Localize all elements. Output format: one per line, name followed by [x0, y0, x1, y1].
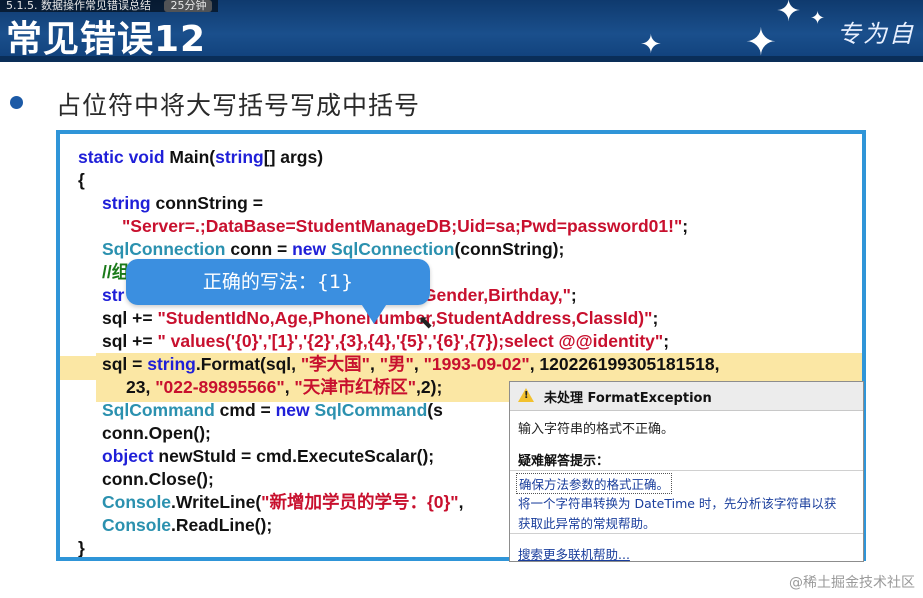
code-line: "Server=.;DataBase=StudentManageDB;Uid=s… — [122, 215, 688, 237]
code-token: object — [102, 446, 154, 466]
code-token: .Format(sql, — [195, 354, 301, 374]
code-token: { — [78, 170, 85, 190]
code-token: ; — [652, 308, 659, 328]
star-icon: ✦ — [776, 0, 802, 29]
code-token: SqlCommand — [102, 400, 215, 420]
code-line: 23, "022-89895566", "天津市红桥区",2); — [126, 376, 442, 398]
troubleshooting-tips-list: 确保方法参数的格式正确。 将一个字符串转换为 DateTime 时，先分析该字符… — [510, 470, 863, 534]
tip-link[interactable]: 获取此异常的常规帮助。 — [518, 513, 656, 532]
code-token: Console — [102, 515, 172, 535]
code-token: SqlCommand — [314, 400, 428, 420]
code-token: connString = — [150, 193, 263, 213]
code-token: new — [292, 239, 331, 259]
code-token: [] args) — [263, 147, 324, 167]
code-token: , — [413, 354, 424, 374]
code-token: conn.Open(); — [102, 423, 211, 443]
code-token: , — [458, 492, 464, 512]
code-token: "李大国" — [300, 354, 370, 374]
search-online-help-link[interactable]: 搜索更多联机帮助... — [518, 544, 630, 561]
tip-link[interactable]: 确保方法参数的格式正确。 — [516, 473, 673, 494]
exception-message: 输入字符串的格式不正确。 — [518, 422, 675, 437]
star-icon: ✦ — [745, 20, 777, 62]
code-token: sql += — [102, 331, 158, 351]
code-token: static void — [78, 147, 170, 167]
code-token: cmd = — [214, 400, 276, 420]
code-token: ; — [570, 285, 577, 305]
code-token: conn.Close(); — [102, 469, 214, 489]
code-token: 23, — [126, 377, 156, 397]
code-token: , — [369, 354, 380, 374]
code-token: sql += — [102, 308, 158, 328]
code-token: (connString); — [454, 239, 565, 259]
watermark: @稀土掘金技术社区 — [789, 575, 915, 591]
bullet-heading: 占位符中将大写括号写成中括号 — [56, 91, 421, 120]
code-token: .ReadLine(); — [171, 515, 273, 535]
code-line: { — [78, 169, 85, 191]
slide-title: 常见错误12 — [6, 19, 207, 60]
code-token: , — [284, 377, 295, 397]
code-token: newStuId = cmd.ExecuteScalar(); — [153, 446, 435, 466]
code-token: ; — [682, 216, 689, 236]
code-token: , 120226199305181518, — [529, 354, 720, 374]
exception-title: 未处理 FormatException — [544, 391, 712, 406]
correct-usage-callout: 正确的写法：{1} — [126, 259, 430, 305]
code-token: sql = — [102, 354, 148, 374]
code-token: Main( — [169, 147, 216, 167]
video-title-overlay: 5.1.5. 数据操作常见错误总结 25分钟 — [0, 0, 219, 12]
code-line: Console.ReadLine(); — [102, 514, 272, 536]
star-icon: ✦ — [640, 30, 662, 60]
callout-tail — [360, 302, 388, 324]
code-line: string connString = — [102, 192, 263, 214]
code-token: "天津市红桥区" — [294, 377, 417, 397]
code-token: str — [102, 285, 125, 305]
code-token: "1993-09-02" — [423, 354, 530, 374]
code-token: "StudentIdNo,Age,PhoneNumber,StudentAddr… — [157, 308, 653, 328]
code-line: SqlCommand cmd = new SqlCommand(s — [102, 399, 443, 421]
code-line: Console.WriteLine("新增加学员的学号：{0}", — [102, 491, 463, 513]
troubleshooting-tips-header: 疑难解答提示： — [518, 454, 610, 469]
code-token: conn = — [225, 239, 293, 259]
code-line: conn.Open(); — [102, 422, 211, 444]
code-token: .WriteLine( — [171, 492, 262, 512]
code-token: string — [102, 193, 151, 213]
star-icon: ✦ — [810, 8, 826, 29]
code-token: "新增加学员的学号：{0}" — [261, 492, 459, 512]
code-token: string — [147, 354, 196, 374]
brand-logo: 专为自 — [837, 20, 915, 48]
code-line: object newStuId = cmd.ExecuteScalar(); — [102, 445, 434, 467]
warning-exclamation: ! — [524, 390, 529, 401]
code-token: new — [275, 400, 315, 420]
code-line: sql = string.Format(sql, "李大国", "男", "19… — [102, 353, 719, 375]
exception-assistant-dialog: ! 未处理 FormatException 输入字符串的格式不正确。 疑难解答提… — [509, 381, 864, 562]
exception-title-bar: ! 未处理 FormatException — [510, 382, 863, 411]
code-token: SqlConnection — [330, 239, 455, 259]
code-line: SqlConnection conn = new SqlConnection(c… — [102, 238, 564, 260]
code-line: conn.Close(); — [102, 468, 214, 490]
code-token: Console — [102, 492, 172, 512]
code-token: } — [78, 538, 85, 558]
code-token: ,2); — [416, 377, 443, 397]
code-line: sql += " values('{0}','[1}','{2}',{3},{4… — [102, 330, 669, 352]
mouse-cursor-icon: ⬉ — [418, 312, 434, 333]
code-line: static void Main(string[] args) — [78, 146, 323, 168]
video-title: 5.1.5. 数据操作常见错误总结 — [6, 0, 151, 12]
bullet-dot-icon — [10, 96, 23, 109]
code-token: "男" — [379, 354, 414, 374]
code-token: "022-89895566" — [155, 377, 285, 397]
code-token: SqlConnection — [102, 239, 226, 259]
slide-header: 常见错误12 5.1.5. 数据操作常见错误总结 25分钟 ✦ ✦ ✦ ✦ 专为… — [0, 0, 923, 62]
code-token: "Server=.;DataBase=StudentManageDB;Uid=s… — [122, 216, 683, 236]
code-token: (s — [427, 400, 443, 420]
video-duration-badge: 25分钟 — [164, 0, 213, 12]
tip-link[interactable]: 将一个字符串转换为 DateTime 时，先分析该字符串以获 — [518, 493, 836, 512]
code-token: ; — [663, 331, 670, 351]
code-line: } — [78, 537, 85, 558]
code-token: " values('{0}','[1}','{2}',{3},{4},'{5}'… — [157, 331, 664, 351]
code-token: string — [215, 147, 264, 167]
